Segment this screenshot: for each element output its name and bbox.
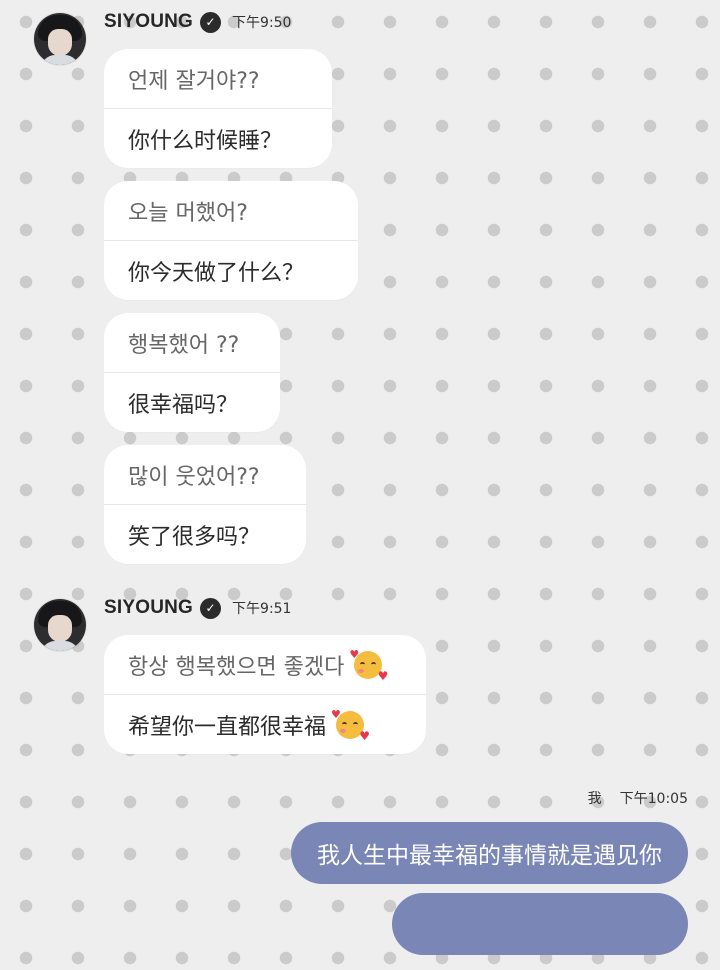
message-header: SIYOUNG ✓ 下午9:51 — [104, 597, 291, 619]
smiling-face-with-hearts-icon: ♥ ♥ — [331, 707, 371, 743]
verified-icon: ✓ — [200, 11, 222, 33]
message-text-korean: 행복했어 ?? — [128, 332, 240, 358]
verified-icon: ✓ — [200, 597, 222, 619]
message-text-chinese: 你什么时候睡？ — [128, 128, 283, 154]
message-time: 下午10:05 — [619, 791, 688, 807]
message-bubble[interactable]: 오늘 머했어? 你今天做了什么？ — [104, 181, 358, 300]
avatar[interactable] — [34, 13, 86, 65]
message-text-chinese: 很幸福吗？ — [128, 392, 239, 418]
my-message-bubble[interactable]: 我人生中最幸福的事情就是遇见你 — [291, 822, 688, 884]
message-text-korean: 오늘 머했어? — [128, 200, 248, 226]
message-text: 希望你一直都很幸福 — [128, 714, 327, 740]
message-text-korean: 많이 웃었어?? — [128, 464, 260, 490]
message-text-chinese: 希望你一直都很幸福 ♥ ♥ — [104, 695, 426, 754]
message-text: 항상 행복했으면 좋겠다 — [128, 654, 345, 680]
message-time: 下午9:51 — [232, 601, 292, 617]
smiling-face-with-hearts-icon: ♥ ♥ — [349, 647, 389, 683]
message-bubble[interactable]: 항상 행복했으면 좋겠다 ♥ ♥ 希望你一直都很幸福 ♥ ♥ — [104, 635, 426, 754]
my-label: 我 — [587, 791, 602, 807]
message-text: 我人生中最幸福的事情就是遇见你 — [317, 843, 662, 869]
sender-name[interactable]: SIYOUNG — [104, 11, 193, 33]
message-text-chinese: 笑了很多吗？ — [128, 524, 261, 550]
my-message-bubble[interactable] — [392, 893, 688, 955]
message-bubble[interactable]: 언제 잘거야?? 你什么时候睡？ — [104, 49, 332, 168]
message-text-korean: 항상 행복했으면 좋겠다 ♥ ♥ — [104, 635, 426, 694]
message-bubble[interactable]: 행복했어 ?? 很幸福吗？ — [104, 313, 280, 432]
my-message-header: 我 下午10:05 — [588, 788, 688, 808]
avatar[interactable] — [34, 599, 86, 651]
message-time: 下午9:50 — [232, 15, 292, 31]
message-text-chinese: 你今天做了什么？ — [128, 260, 305, 286]
message-header: SIYOUNG ✓ 下午9:50 — [104, 11, 291, 33]
message-bubble[interactable]: 많이 웃었어?? 笑了很多吗？ — [104, 445, 306, 564]
sender-name[interactable]: SIYOUNG — [104, 597, 193, 619]
message-text-korean: 언제 잘거야?? — [128, 68, 260, 94]
